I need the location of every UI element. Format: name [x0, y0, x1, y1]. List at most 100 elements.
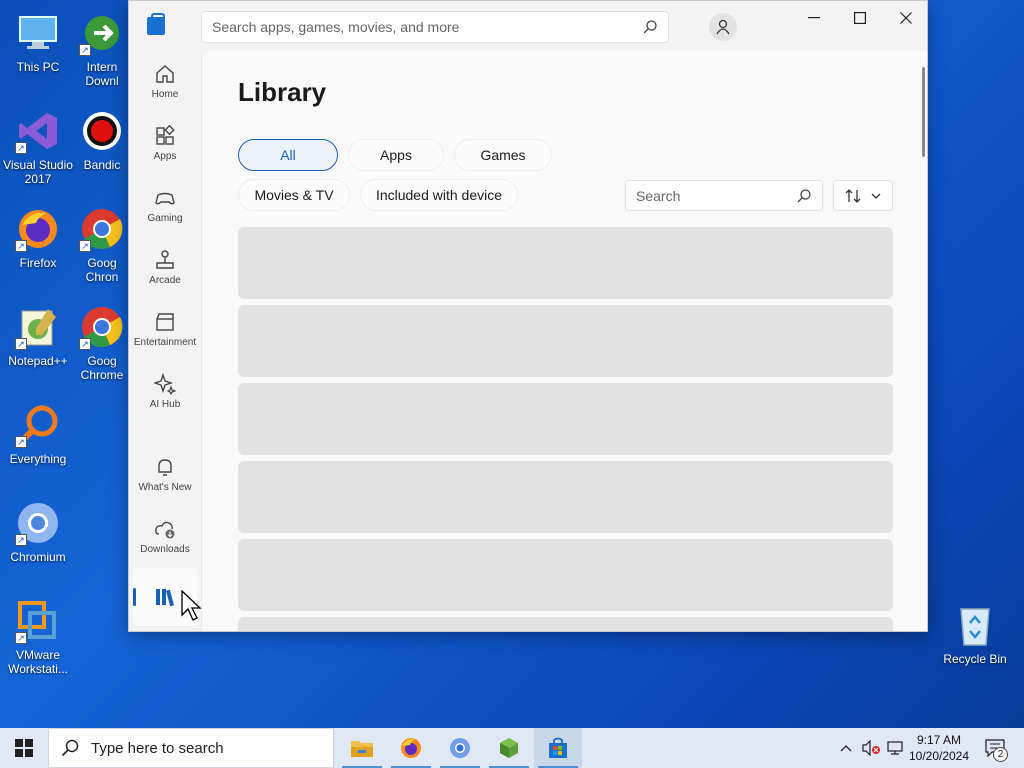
loading-placeholder-row: [238, 461, 893, 533]
loading-placeholder-row: [238, 617, 893, 631]
maximize-icon: [854, 12, 866, 24]
desktop-icon-label: VMware Workstati...: [8, 648, 68, 676]
desktop-icon-recycle-bin[interactable]: Recycle Bin: [937, 602, 1013, 666]
desktop-icon-visual-studio[interactable]: ↗ Visual Studio 2017: [0, 108, 76, 186]
loading-placeholder-row: [238, 539, 893, 611]
apps-icon: [156, 125, 175, 145]
firefox-icon: ↗: [15, 206, 61, 252]
vmware-icon: ↗: [15, 598, 61, 644]
minimize-button[interactable]: [791, 1, 837, 35]
mouse-cursor-icon: [181, 590, 202, 621]
store-search-box[interactable]: Search apps, games, movies, and more: [201, 11, 669, 43]
show-hidden-icons-button[interactable]: [836, 728, 856, 768]
clock-date: 10/20/2024: [908, 749, 970, 763]
library-search-box[interactable]: Search: [625, 180, 823, 211]
chevron-up-icon: [840, 745, 852, 752]
taskbar-app-microsoft-store[interactable]: [534, 728, 582, 768]
sidebar-item-label: Gaming: [147, 213, 183, 224]
taskbar-app-file-explorer[interactable]: [338, 728, 386, 768]
search-icon[interactable]: [642, 19, 658, 35]
sort-arrows-icon: [845, 188, 861, 203]
desktop-icon-vmware[interactable]: ↗ VMware Workstati...: [0, 598, 76, 676]
volume-muted-icon: [862, 740, 880, 756]
minimize-icon: [808, 17, 820, 19]
title-bar: Search apps, games, movies, and more: [129, 1, 927, 51]
maximize-button[interactable]: [837, 1, 883, 35]
desktop-icon-chrome-beta[interactable]: ↗ Goog Chrome: [76, 304, 128, 382]
desktop-icon-this-pc[interactable]: This PC: [0, 10, 76, 74]
desktop-icon-chromium[interactable]: ↗ Chromium: [0, 500, 76, 564]
desktop-icon-everything[interactable]: ↗ Everything: [0, 402, 76, 466]
start-button[interactable]: [0, 728, 48, 768]
filter-apps[interactable]: Apps: [348, 139, 444, 171]
minecraft-icon: [500, 738, 518, 758]
desktop-icon-label: Everything: [9, 452, 67, 466]
taskbar-search-placeholder: Type here to search: [91, 739, 224, 757]
sidebar-item-label: Arcade: [149, 275, 181, 286]
account-avatar[interactable]: [709, 13, 737, 41]
search-icon[interactable]: [796, 188, 812, 204]
chevron-down-icon: [871, 193, 881, 199]
filter-all[interactable]: All: [238, 139, 338, 171]
chromium-icon: ↗: [15, 500, 61, 546]
sort-button[interactable]: [833, 180, 893, 211]
sidebar-item-entertainment[interactable]: Entertainment: [129, 303, 201, 361]
person-icon: [716, 19, 730, 35]
windows-logo-icon: [15, 739, 33, 757]
filter-movies-tv[interactable]: Movies & TV: [238, 179, 350, 211]
sidebar-item-whats-new[interactable]: What's New: [129, 448, 201, 506]
monitor-icon: [15, 10, 61, 56]
desktop-icon-label: This PC: [16, 60, 60, 74]
filter-games[interactable]: Games: [454, 139, 552, 171]
scrollbar[interactable]: [922, 67, 925, 157]
recycle-bin-icon: [952, 602, 998, 648]
desktop-icon-chrome[interactable]: ↗ Goog Chron: [76, 206, 128, 284]
desktop-icon-firefox[interactable]: ↗ Firefox: [0, 206, 76, 270]
notepad-plus-plus-icon: ↗: [15, 304, 61, 350]
volume-tray-button[interactable]: [860, 728, 882, 768]
desktop-icon-label: Recycle Bin: [943, 652, 1007, 666]
gaming-icon: [155, 192, 175, 205]
sidebar-item-gaming[interactable]: Gaming: [129, 179, 201, 237]
notification-count-badge: 2: [993, 747, 1008, 762]
taskbar-app-firefox[interactable]: [387, 728, 435, 768]
entertainment-icon: [156, 313, 174, 331]
sidebar-item-home[interactable]: Home: [129, 55, 201, 113]
desktop-icon-label: Goog Chron: [85, 256, 119, 284]
sidebar-item-ai-hub[interactable]: AI Hub: [129, 365, 201, 423]
firefox-icon: [401, 738, 421, 758]
taskbar-search-box[interactable]: Type here to search: [48, 728, 334, 768]
taskbar-app-minecraft[interactable]: [485, 728, 533, 768]
clock-time: 9:17 AM: [916, 733, 962, 747]
desktop-icon-label: Bandic: [83, 158, 121, 172]
microsoft-store-window: Search apps, games, movies, and more Hom…: [128, 0, 928, 632]
microsoft-store-icon: [549, 737, 567, 758]
network-tray-button[interactable]: [884, 728, 906, 768]
clock[interactable]: 9:17 AM 10/20/2024: [906, 728, 972, 768]
desktop-icon-notepad-plus-plus[interactable]: ↗ Notepad++: [0, 304, 76, 368]
visual-studio-icon: ↗: [15, 108, 61, 154]
desktop-icon-label: Intern Downl: [85, 60, 119, 88]
arcade-icon: [156, 250, 174, 269]
taskbar-app-chromium[interactable]: [436, 728, 484, 768]
chrome-icon: ↗: [79, 206, 125, 252]
action-center-button[interactable]: 2: [980, 728, 1010, 768]
downloads-icon: [155, 521, 175, 539]
library-icon: [156, 589, 175, 607]
microsoft-store-logo-icon: [147, 13, 165, 35]
desktop-icon-internet-download[interactable]: ↗ Intern Downl: [76, 10, 128, 88]
sidebar-item-downloads[interactable]: Downloads: [129, 510, 201, 568]
ai-hub-icon: [154, 373, 176, 395]
close-button[interactable]: [883, 1, 927, 35]
filter-included-with-device[interactable]: Included with device: [360, 179, 518, 211]
sidebar-item-arcade[interactable]: Arcade: [129, 241, 201, 299]
loading-placeholder-row: [238, 305, 893, 377]
sidebar-item-label: What's New: [138, 482, 192, 493]
sidebar-item-label: Home: [151, 89, 179, 100]
sidebar-item-apps[interactable]: Apps: [129, 117, 201, 175]
desktop-icon-bandicam[interactable]: Bandic: [76, 108, 128, 172]
chrome-icon: ↗: [79, 304, 125, 350]
internet-download-icon: ↗: [79, 10, 125, 56]
close-icon: [900, 12, 912, 24]
home-icon: [156, 65, 174, 83]
